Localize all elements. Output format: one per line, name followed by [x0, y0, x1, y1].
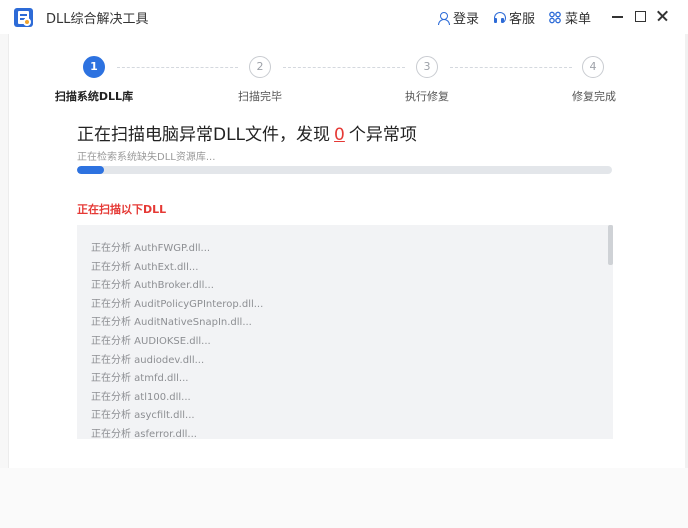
maximize-button[interactable]: [629, 6, 651, 26]
headline-suffix: 个异常项: [348, 125, 417, 145]
step-1-circle: 1: [83, 56, 105, 78]
scan-log-panel: 正在分析 AuthFWGP.dll... 正在分析 AuthExt.dll... 正…: [77, 225, 613, 439]
scan-headline: 正在扫描电脑异常DLL文件，发现 0 个异常项: [77, 120, 417, 145]
user-icon: [437, 11, 450, 25]
login-label: 登录: [453, 12, 480, 27]
scan-log-list: 正在分析 AuthFWGP.dll... 正在分析 AuthExt.dll... 正…: [91, 240, 263, 439]
step-4-circle: 4: [582, 56, 604, 78]
abnormal-count: 0: [334, 125, 345, 145]
scan-log-item: 正在分析 audiodev.dll...: [91, 354, 205, 366]
step-2-circle: 2: [249, 56, 271, 78]
step-4-label: 修复完成: [572, 90, 616, 103]
scan-log-item: 正在分析 atmfd.dll...: [91, 373, 189, 385]
scan-log-item: 正在分析 asferror.dll...: [91, 428, 197, 439]
scan-progress-bar: [77, 166, 612, 174]
scan-log-item: 正在分析 AUDIOKSE.dll...: [91, 335, 211, 347]
scan-log-item: 正在分析 AuthBroker.dll...: [91, 280, 214, 292]
step-indicator: 1 2 3 4 扫描系统DLL库 扫描完毕 执行修复 修复完成: [0, 56, 688, 106]
login-button[interactable]: 登录: [437, 8, 479, 27]
close-button[interactable]: [652, 6, 674, 26]
app-title: DLL综合解决工具: [46, 12, 149, 27]
scan-log-item: 正在分析 asycfilt.dll...: [91, 410, 195, 422]
minimize-button[interactable]: [607, 6, 629, 26]
headset-icon: [493, 11, 506, 25]
scan-section-title: 正在扫描以下DLL: [77, 203, 167, 216]
scan-log-item: 正在分析 AuditNativeSnapIn.dll...: [91, 317, 252, 329]
customer-service-button[interactable]: 客服: [493, 8, 535, 27]
menu-label: 菜单: [565, 12, 592, 27]
window-bottom-area: [0, 468, 688, 528]
menu-button[interactable]: 菜单: [549, 8, 591, 27]
window-left-border: [0, 34, 9, 528]
log-scrollbar[interactable]: [608, 225, 613, 265]
step-connector: [117, 67, 238, 68]
scan-log-item: 正在分析 atl100.dll...: [91, 391, 191, 403]
step-3-circle: 3: [416, 56, 438, 78]
scan-log-item: 正在分析 AuthExt.dll...: [91, 261, 199, 273]
app-logo-icon: [14, 8, 33, 27]
scan-log-item: 正在分析 AuthFWGP.dll...: [91, 243, 211, 254]
title-bar: DLL综合解决工具 登录 客服 菜单: [0, 0, 688, 34]
step-connector: [450, 67, 572, 68]
scan-status-text: 正在检索系统缺失DLL资源库...: [77, 152, 216, 163]
step-1-label: 扫描系统DLL库: [54, 90, 134, 103]
step-connector: [283, 67, 405, 68]
headline-prefix: 正在扫描电脑异常DLL文件，发现: [77, 125, 331, 145]
scan-progress-fill: [77, 166, 104, 174]
scan-log-item: 正在分析 AuditPolicyGPInterop.dll...: [91, 298, 264, 310]
customer-service-label: 客服: [509, 12, 536, 27]
step-3-label: 执行修复: [405, 90, 449, 103]
grid-icon: [549, 11, 561, 25]
step-2-label: 扫描完毕: [238, 90, 282, 103]
